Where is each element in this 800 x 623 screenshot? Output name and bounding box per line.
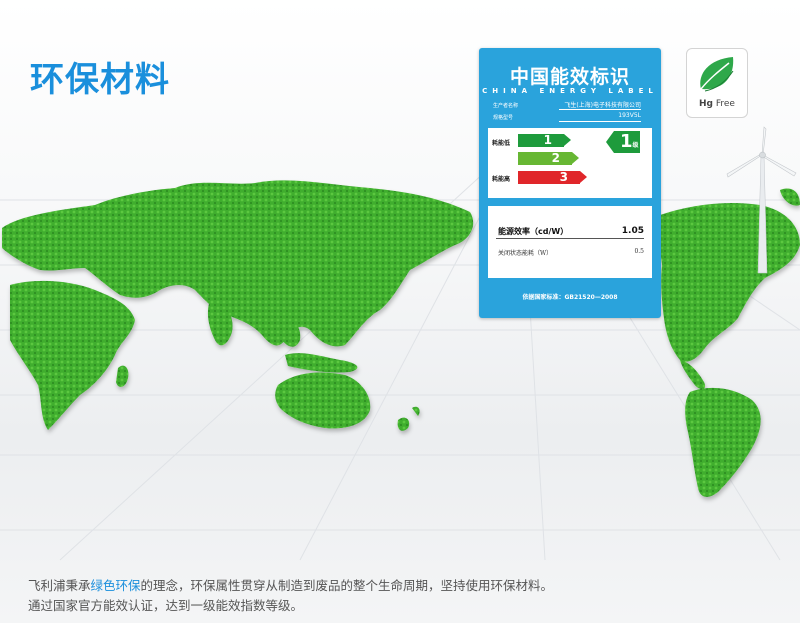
standard-note: 依据国家标准：GB21520—2008 (522, 294, 618, 301)
model-row: 规格型号 193V5L (493, 112, 653, 122)
hero-panel: 环保材料 中国能效标识 CHINA ENERGY LABEL 生产者名称 飞生(… (0, 0, 800, 623)
energy-label-subtitle: CHINA ENERGY LABEL (482, 87, 658, 95)
australia-shape (275, 372, 371, 429)
wind-turbine-icon (726, 126, 797, 274)
efficiency-value: 1.05 (621, 226, 644, 236)
africa-shape (10, 280, 135, 430)
model-value: 193V5L (559, 112, 641, 122)
standby-row: 关闭状态能耗（W） 0.5 (498, 248, 644, 257)
divider (496, 238, 644, 239)
standby-value: 0.5 (634, 248, 644, 255)
low-consumption-label: 耗能低 (492, 140, 511, 147)
manufacturer-value: 飞生(上海)电子科技有限公司 (559, 100, 641, 110)
leaf-icon (700, 57, 734, 92)
standby-key: 关闭状态能耗（W） (498, 250, 553, 257)
grade-bar-2: 2 (518, 152, 579, 165)
grade-panel: 耗能低 耗能高 1 2 3 1级 (488, 128, 652, 198)
energy-label-title: 中国能效标识 (509, 66, 630, 88)
efficiency-panel: 能源效率（cd/W） 1.05 关闭状态能耗（W） 0.5 (488, 206, 652, 278)
description-line-2: 通过国家官方能效认证，达到一级能效指数等级。 (28, 598, 304, 613)
model-key: 规格型号 (493, 115, 514, 121)
energy-label: 中国能效标识 CHINA ENERGY LABEL 生产者名称 飞生(上海)电子… (479, 48, 661, 318)
world-map (2, 180, 800, 497)
grade-bar-3: 3 (518, 171, 587, 184)
south-america-shape (685, 387, 761, 497)
manufacturer-row: 生产者名称 飞生(上海)电子科技有限公司 (493, 100, 653, 110)
high-consumption-label: 耗能高 (492, 176, 511, 183)
description: 飞利浦秉承绿色环保的理念，环保属性贯穿从制造到废品的整个生命周期，坚持使用环保材… (28, 576, 553, 616)
efficiency-key: 能源效率（cd/W） (498, 227, 569, 236)
hg-free-text: Hg Free (699, 99, 735, 109)
efficiency-row: 能源效率（cd/W） 1.05 (498, 226, 644, 237)
rating-indicator: 1级 (606, 131, 640, 153)
grade-bar-1: 1 (518, 134, 571, 147)
manufacturer-key: 生产者名称 (493, 103, 519, 109)
hg-free-badge: Hg Free (686, 48, 748, 118)
description-line-1: 飞利浦秉承绿色环保的理念，环保属性贯穿从制造到废品的整个生命周期，坚持使用环保材… (28, 578, 554, 593)
